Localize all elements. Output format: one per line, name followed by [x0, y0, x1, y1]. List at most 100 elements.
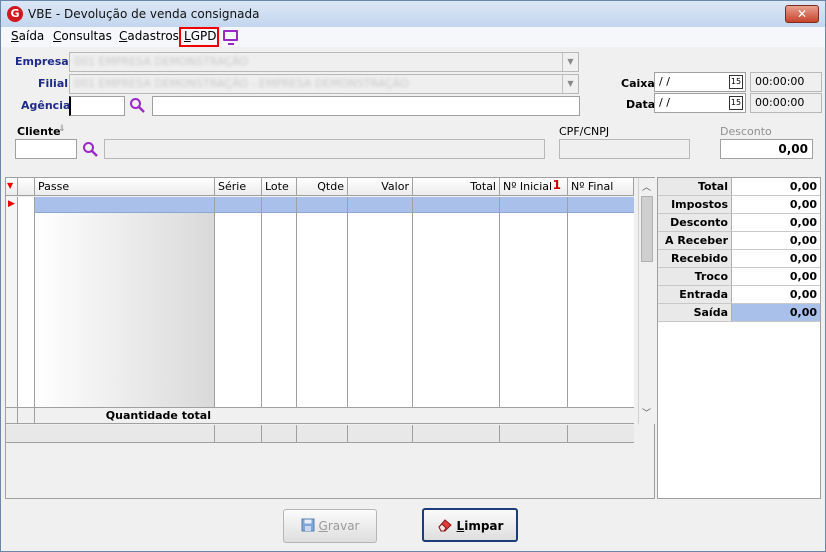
data-date-input[interactable]: / / 15	[654, 93, 746, 113]
monitor-icon[interactable]	[223, 30, 238, 45]
grid-total-row: Quantidade total	[6, 407, 634, 424]
column-divider	[499, 425, 500, 442]
close-button[interactable]: ✕	[785, 5, 819, 23]
column-divider	[499, 197, 500, 407]
column-divider	[412, 197, 413, 407]
summary-value: 0,00	[732, 214, 820, 232]
quantidade-total-label: Quantidade total	[105, 409, 211, 422]
grid-header: ▼ Passe Série Lote Qtde Valor Total Nº I…	[6, 178, 634, 196]
column-header-qtde[interactable]: Qtde	[297, 178, 348, 196]
summary-value: 0,00	[732, 286, 820, 304]
summary-value: 0,00	[732, 178, 820, 196]
cpf-cnpj-input[interactable]	[559, 139, 690, 159]
column-header-lote[interactable]: Lote	[262, 178, 297, 196]
num-inicial-label: Nº Inicial	[503, 180, 553, 193]
summary-label: Total	[658, 178, 732, 196]
title-bar: G VBE - Devolução de venda consignada ✕	[1, 1, 825, 27]
grid-footer-row	[6, 425, 634, 443]
chevron-down-icon[interactable]: ▼	[562, 53, 578, 71]
total-blank-cell	[18, 408, 35, 423]
window-title: VBE - Devolução de venda consignada	[28, 7, 260, 21]
grid-body[interactable]: ▶	[6, 197, 634, 407]
table-row[interactable]	[35, 197, 634, 213]
caixa-date-input[interactable]: / / 15	[654, 72, 746, 92]
summary-label: Troco	[658, 268, 732, 286]
column-divider	[567, 197, 568, 407]
cpf-cnpj-label: CPF/CNPJ	[559, 125, 610, 138]
column-header-passe[interactable]: Passe	[35, 178, 215, 196]
limpar-button[interactable]: Limpar	[422, 508, 518, 542]
menu-bar: Saída Consultas Cadastros LGPD	[1, 27, 825, 47]
filial-label: Filial	[38, 77, 69, 90]
scrollbar-thumb[interactable]	[641, 196, 653, 262]
summary-label: Recebido	[658, 250, 732, 268]
totals-summary-panel: Total 0,00 Impostos 0,00 Desconto 0,00 A…	[657, 177, 821, 499]
summary-value: 0,00	[732, 304, 820, 322]
column-divider	[567, 425, 568, 442]
sort-order-icon: 1	[552, 178, 561, 192]
passe-column-fill	[35, 213, 215, 407]
column-divider	[214, 425, 215, 442]
summary-row-total: Total 0,00	[658, 178, 820, 196]
column-header-serie[interactable]: Série	[215, 178, 262, 196]
calendar-icon[interactable]: 15	[729, 75, 743, 89]
row-indicator-header: ▼	[6, 178, 18, 196]
column-divider	[296, 425, 297, 442]
agencia-code-input[interactable]	[69, 96, 125, 116]
calendar-icon[interactable]: 15	[729, 96, 743, 110]
column-divider	[347, 425, 348, 442]
scroll-down-icon[interactable]: ﹀	[642, 406, 651, 419]
gravar-button[interactable]: Gravar	[283, 509, 377, 543]
column-divider	[261, 425, 262, 442]
empresa-select[interactable]: 001 EMPRESA DEMONSTRAÇÃO ▼	[69, 52, 579, 72]
data-time-input[interactable]: 00:00:00	[750, 93, 822, 113]
summary-label: Entrada	[658, 286, 732, 304]
app-logo-icon: G	[7, 6, 23, 22]
summary-label: A Receber	[658, 232, 732, 250]
current-row-arrow-icon: ▶	[8, 199, 15, 209]
column-divider	[214, 197, 215, 407]
column-header-total[interactable]: Total	[413, 178, 500, 196]
summary-label: Desconto	[658, 214, 732, 232]
caixa-time-input[interactable]: 00:00:00	[750, 72, 822, 92]
summary-row-recebido: Recebido 0,00	[658, 250, 820, 268]
column-divider	[347, 197, 348, 407]
menu-consultas[interactable]: Consultas	[53, 29, 112, 43]
summary-value: 0,00	[732, 232, 820, 250]
items-grid: ▼ Passe Série Lote Qtde Valor Total Nº I…	[5, 177, 655, 499]
summary-row-a-receber: A Receber 0,00	[658, 232, 820, 250]
data-label: Data	[626, 98, 656, 111]
total-indicator-cell	[6, 408, 18, 423]
column-header-valor[interactable]: Valor	[348, 178, 413, 196]
menu-cadastros[interactable]: Cadastros	[119, 29, 179, 43]
filial-select[interactable]: 001 EMPRESA DEMONSTRAÇÃO - EMPRESA DEMON…	[69, 74, 579, 94]
summary-label: Saída	[658, 304, 732, 322]
search-icon[interactable]	[82, 141, 98, 157]
column-divider	[34, 197, 35, 407]
grid-vertical-scrollbar[interactable]: ︿ ﹀	[638, 178, 655, 424]
column-header-num-final[interactable]: Nº Final	[568, 178, 634, 196]
cliente-name-input[interactable]	[104, 139, 545, 159]
summary-label: Impostos	[658, 196, 732, 214]
menu-saida[interactable]: Saída	[11, 29, 44, 43]
agencia-label: Agência	[21, 99, 71, 112]
summary-row-troco: Troco 0,00	[658, 268, 820, 286]
column-header-num-inicial[interactable]: Nº Inicial 1	[500, 178, 568, 196]
summary-row-saida[interactable]: Saída 0,00	[658, 304, 820, 322]
scroll-up-icon[interactable]: ︿	[642, 180, 651, 193]
summary-value: 0,00	[732, 268, 820, 286]
row-indicator-column: ▶	[6, 197, 18, 407]
save-icon	[301, 518, 314, 532]
main-window: G VBE - Devolução de venda consignada ✕ …	[0, 0, 826, 552]
summary-row-desconto: Desconto 0,00	[658, 214, 820, 232]
desconto-input[interactable]: 0,00	[720, 139, 813, 159]
chevron-down-icon[interactable]: ▼	[562, 75, 578, 93]
arrow-down-icon: ⇓	[58, 124, 66, 134]
agencia-name-input[interactable]	[152, 96, 580, 116]
menu-lgpd[interactable]: LGPD	[184, 29, 216, 43]
caixa-label: Caixa	[621, 77, 655, 90]
search-icon[interactable]	[129, 97, 145, 113]
cliente-code-input[interactable]	[15, 139, 77, 159]
summary-row-entrada: Entrada 0,00	[658, 286, 820, 304]
column-header-blank	[18, 178, 35, 196]
